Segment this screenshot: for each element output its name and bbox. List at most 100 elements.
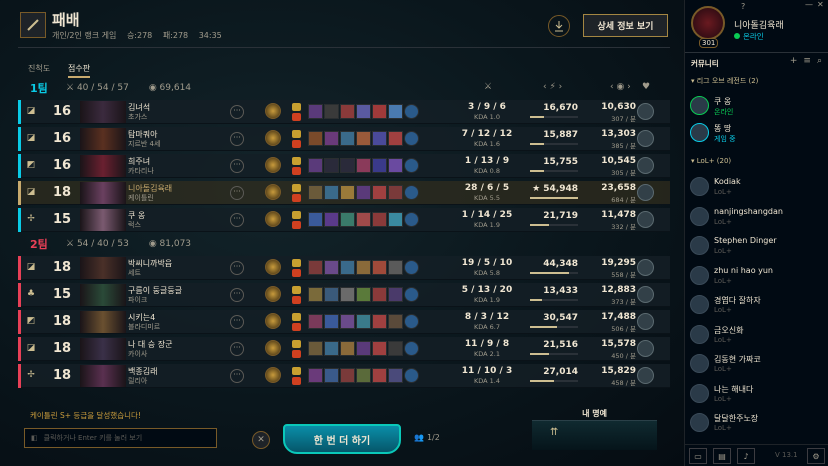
item-icon[interactable] xyxy=(308,212,323,227)
friend-item[interactable]: 쿠 옹 온라인 xyxy=(690,94,824,118)
friend-item[interactable]: 금오신화 LoL+ xyxy=(690,323,824,347)
friend-item[interactable]: 경엽다 잘하자 LoL+ xyxy=(690,293,824,317)
more-options-button[interactable]: ··· xyxy=(230,159,244,173)
avatar[interactable] xyxy=(691,6,725,40)
add-friend-icon[interactable]: + xyxy=(790,56,798,66)
player-row[interactable]: ◩ 16 희주녀 카타리나 ··· 1 / 13 / 9 KDA 0.8 15,… xyxy=(18,154,670,178)
item-icon[interactable] xyxy=(340,185,355,200)
item-icon[interactable] xyxy=(372,158,387,173)
honor-button[interactable] xyxy=(637,367,654,384)
search-icon[interactable]: ⌕ xyxy=(817,56,822,66)
summoner-spell-icon[interactable] xyxy=(292,130,301,138)
chat-bubble-icon[interactable]: ▭ xyxy=(689,448,707,464)
play-again-button[interactable]: 한 번 더 하기 xyxy=(283,424,401,454)
summoner-spell-icon[interactable] xyxy=(292,113,301,121)
summoner-spell-icon[interactable] xyxy=(292,367,301,375)
item-icon[interactable] xyxy=(308,368,323,383)
item-icon[interactable] xyxy=(388,185,403,200)
item-icon[interactable] xyxy=(356,158,371,173)
item-icon[interactable] xyxy=(340,104,355,119)
trinket-icon[interactable] xyxy=(404,260,419,275)
item-icon[interactable] xyxy=(388,341,403,356)
friend-item[interactable]: Kodiak LoL+ xyxy=(690,175,824,199)
voice-icon[interactable]: ♪ xyxy=(737,448,755,464)
more-options-button[interactable]: ··· xyxy=(230,186,244,200)
keystone-rune-icon[interactable] xyxy=(265,157,281,173)
champion-portrait[interactable] xyxy=(80,128,126,150)
item-icon[interactable] xyxy=(356,185,371,200)
player-row[interactable]: ◪ 16 김녀석 초가스 ··· 3 / 9 / 6 KDA 1.0 16,67… xyxy=(18,100,670,124)
trinket-icon[interactable] xyxy=(404,185,419,200)
friend-group-lol[interactable]: ▾ 리그 오브 레전드 (2) xyxy=(691,76,758,86)
item-icon[interactable] xyxy=(356,314,371,329)
item-icon[interactable] xyxy=(340,212,355,227)
honor-button[interactable] xyxy=(637,130,654,147)
item-icon[interactable] xyxy=(324,212,339,227)
item-icon[interactable] xyxy=(356,368,371,383)
close-button[interactable]: ✕ xyxy=(252,431,270,449)
item-icon[interactable] xyxy=(388,104,403,119)
player-row[interactable]: ◪ 18 니아돌김육래 케이틀린 ··· 28 / 6 / 5 KDA 5.5 … xyxy=(18,181,670,205)
item-icon[interactable] xyxy=(308,314,323,329)
item-icon[interactable] xyxy=(356,341,371,356)
friend-item[interactable]: zhu ni hao yun LoL+ xyxy=(690,264,824,288)
item-icon[interactable] xyxy=(308,260,323,275)
list-icon[interactable]: ≡ xyxy=(803,56,811,66)
more-options-button[interactable]: ··· xyxy=(230,132,244,146)
champion-portrait[interactable] xyxy=(80,365,126,387)
more-options-button[interactable]: ··· xyxy=(230,261,244,275)
item-icon[interactable] xyxy=(372,212,387,227)
item-icon[interactable] xyxy=(388,158,403,173)
item-icon[interactable] xyxy=(324,260,339,275)
download-button[interactable] xyxy=(548,15,570,37)
player-row[interactable]: ✢ 18 백종김래 릴리아 ··· 11 / 10 / 3 KDA 1.4 27… xyxy=(18,364,670,388)
honor-button[interactable] xyxy=(637,157,654,174)
keystone-rune-icon[interactable] xyxy=(265,313,281,329)
item-icon[interactable] xyxy=(388,212,403,227)
trinket-icon[interactable] xyxy=(404,104,419,119)
item-icon[interactable] xyxy=(308,287,323,302)
player-row[interactable]: ◪ 16 탐마쿼아 지르반 4세 ··· 7 / 12 / 12 KDA 1.6… xyxy=(18,127,670,151)
friend-item[interactable]: Stephen Dinger LoL+ xyxy=(690,234,824,258)
summoner-spell-icon[interactable] xyxy=(292,340,301,348)
item-icon[interactable] xyxy=(356,131,371,146)
item-icon[interactable] xyxy=(388,260,403,275)
item-icon[interactable] xyxy=(340,131,355,146)
summoner-spell-icon[interactable] xyxy=(292,103,301,111)
item-icon[interactable] xyxy=(340,341,355,356)
champion-portrait[interactable] xyxy=(80,284,126,306)
more-options-button[interactable]: ··· xyxy=(230,315,244,329)
item-icon[interactable] xyxy=(324,287,339,302)
item-icon[interactable] xyxy=(308,104,323,119)
item-icon[interactable] xyxy=(372,104,387,119)
player-row[interactable]: ◩ 18 시키는4 블라디미르 ··· 8 / 3 / 12 KDA 6.7 3… xyxy=(18,310,670,334)
player-row[interactable]: ✢ 15 쿠 옹 럭스 ··· 1 / 14 / 25 KDA 1.9 21,7… xyxy=(18,208,670,232)
summoner-spell-icon[interactable] xyxy=(292,286,301,294)
champion-portrait[interactable] xyxy=(80,182,126,204)
honor-button[interactable] xyxy=(637,286,654,303)
keystone-rune-icon[interactable] xyxy=(265,130,281,146)
honor-button[interactable] xyxy=(637,184,654,201)
item-icon[interactable] xyxy=(340,368,355,383)
item-icon[interactable] xyxy=(324,104,339,119)
champion-portrait[interactable] xyxy=(80,311,126,333)
item-icon[interactable] xyxy=(356,260,371,275)
summoner-spell-icon[interactable] xyxy=(292,167,301,175)
summoner-spell-icon[interactable] xyxy=(292,313,301,321)
tab-progress[interactable]: 진척도 xyxy=(28,63,50,74)
missions-icon[interactable]: ▤ xyxy=(713,448,731,464)
summoner-spell-icon[interactable] xyxy=(292,259,301,267)
item-icon[interactable] xyxy=(308,341,323,356)
item-icon[interactable] xyxy=(372,131,387,146)
item-icon[interactable] xyxy=(388,314,403,329)
friend-group-lolplus[interactable]: ▾ LoL+ (20) xyxy=(691,157,731,165)
profile-status[interactable]: 온라인 xyxy=(734,31,764,42)
champion-portrait[interactable] xyxy=(80,209,126,231)
summoner-spell-icon[interactable] xyxy=(292,194,301,202)
trinket-icon[interactable] xyxy=(404,131,419,146)
summoner-spell-icon[interactable] xyxy=(292,350,301,358)
player-row[interactable]: ◪ 18 나 대 승 장군 카이사 ··· 11 / 9 / 8 KDA 2.1… xyxy=(18,337,670,361)
item-icon[interactable] xyxy=(308,185,323,200)
close-window-icon[interactable]: ✕ xyxy=(817,0,824,9)
item-icon[interactable] xyxy=(340,287,355,302)
